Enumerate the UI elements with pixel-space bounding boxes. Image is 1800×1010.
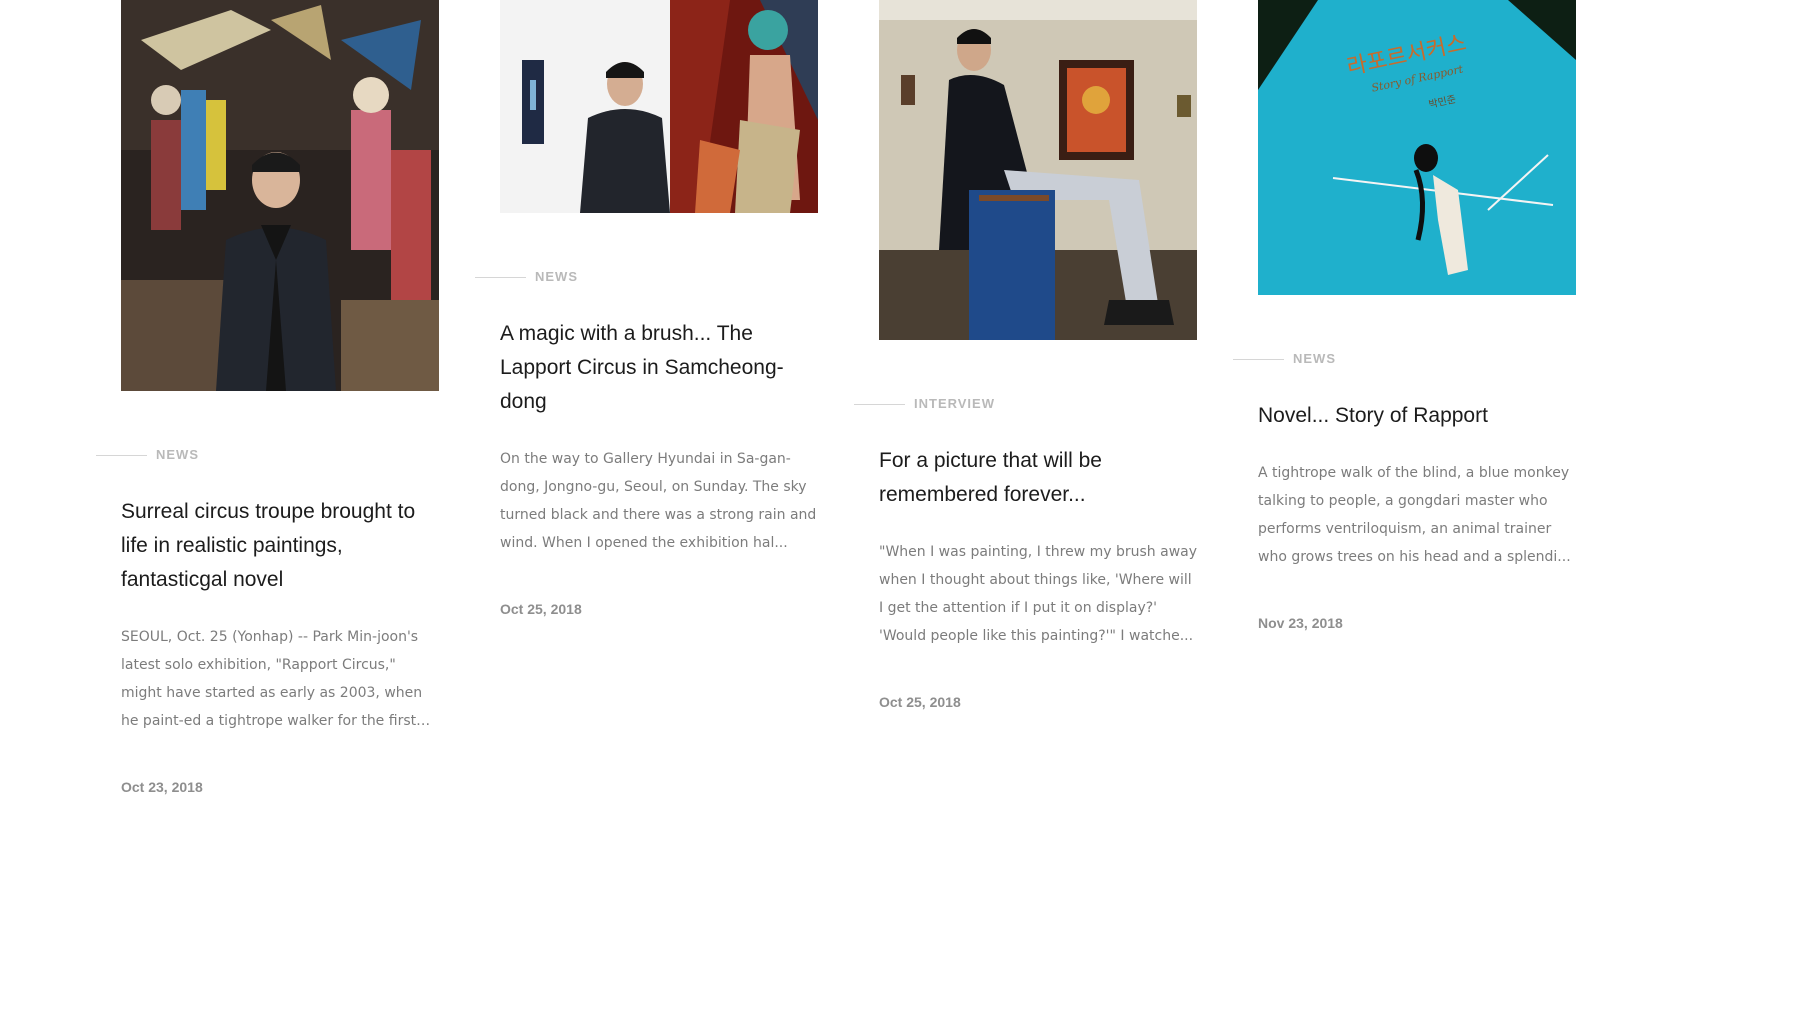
article-date: Oct 23, 2018 (121, 779, 203, 795)
article-title[interactable]: A magic with a brush... The Lapport Circ… (500, 317, 800, 419)
article-excerpt: A tightrope walk of the blind, a blue mo… (1258, 465, 1571, 565)
article-date: Nov 23, 2018 (1258, 615, 1343, 631)
category-divider (475, 277, 526, 278)
book-cover-image: 라포르서커스 Story of Rapport 박민준 (1258, 0, 1576, 295)
article-thumbnail-4[interactable]: 라포르서커스 Story of Rapport 박민준 (1258, 0, 1576, 295)
article-thumbnail-2[interactable] (500, 0, 818, 213)
article-title[interactable]: Surreal circus troupe brought to life in… (121, 495, 421, 597)
article-excerpt: "When I was painting, I threw my brush a… (879, 544, 1197, 644)
article-card-1: NEWS Surreal circus troupe brought to li… (96, 0, 439, 795)
category-label[interactable]: NEWS (535, 269, 578, 285)
article-date: Oct 25, 2018 (500, 601, 582, 617)
category-divider (854, 404, 905, 405)
circus-painting-image (121, 0, 439, 391)
category-row: NEWS (96, 447, 439, 463)
category-label[interactable]: NEWS (156, 447, 199, 463)
seated-artist-image (879, 0, 1197, 340)
article-excerpt: On the way to Gallery Hyundai in Sa-gan-… (500, 451, 817, 551)
category-row: NEWS (1233, 351, 1576, 367)
category-row: INTERVIEW (854, 396, 1197, 412)
category-divider (1233, 359, 1284, 360)
gallery-portrait-image (500, 0, 818, 213)
category-label[interactable]: NEWS (1293, 351, 1336, 367)
article-thumbnail-1[interactable] (121, 0, 439, 391)
category-label[interactable]: INTERVIEW (914, 396, 995, 412)
article-thumbnail-3[interactable] (879, 0, 1197, 340)
article-excerpt: SEOUL, Oct. 25 (Yonhap) -- Park Min-joon… (121, 629, 423, 729)
article-card-2: NEWS A magic with a brush... The Lapport… (475, 0, 818, 617)
category-row: NEWS (475, 269, 818, 285)
article-card-4: 라포르서커스 Story of Rapport 박민준 NEWS Novel..… (1233, 0, 1576, 631)
article-date: Oct 25, 2018 (879, 694, 961, 710)
article-card-3: INTERVIEW For a picture that will be rem… (854, 0, 1197, 710)
article-title[interactable]: For a picture that will be remembered fo… (879, 444, 1179, 512)
article-title[interactable]: Novel... Story of Rapport (1258, 399, 1558, 433)
category-divider (96, 455, 147, 456)
